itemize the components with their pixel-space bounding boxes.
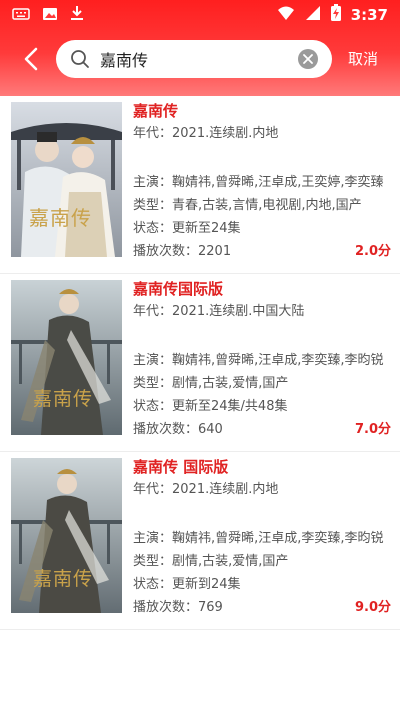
result-plays: 播放次数：769 bbox=[133, 600, 223, 615]
cancel-button[interactable]: 取消 bbox=[348, 48, 378, 69]
result-cast: 主演：鞠婧祎,曾舜晞,汪卓成,李奕臻,李昀锐 bbox=[133, 531, 384, 546]
keyboard-icon bbox=[12, 6, 30, 25]
result-title[interactable]: 嘉南传 bbox=[133, 100, 391, 122]
result-title[interactable]: 嘉南传 国际版 bbox=[133, 456, 391, 478]
result-plays: 播放次数：640 bbox=[133, 422, 223, 437]
poster-title-text: 嘉南传 bbox=[33, 388, 94, 410]
result-status: 状态：更新到24集 bbox=[133, 577, 241, 592]
result-year: 年代：2021.连续剧.中国大陆 bbox=[133, 304, 305, 319]
result-cast: 主演：鞠婧祎,曾舜晞,汪卓成,李奕臻,李昀锐 bbox=[133, 353, 384, 368]
poster-image[interactable]: 嘉南传 bbox=[11, 280, 122, 435]
result-item[interactable]: 嘉南传 嘉南传 国际版 年代：2021.连续剧.内地 主演：鞠婧祎,曾舜晞,汪卓… bbox=[0, 452, 400, 630]
result-title[interactable]: 嘉南传国际版 bbox=[133, 278, 391, 300]
back-button[interactable] bbox=[16, 44, 46, 74]
result-status: 状态：更新至24集/共48集 bbox=[133, 399, 288, 414]
result-score: 9.0分 bbox=[354, 600, 391, 615]
result-cast: 主演：鞠婧祎,曾舜晞,汪卓成,王奕婷,李奕臻 bbox=[133, 175, 384, 190]
poster-title-text: 嘉南传 bbox=[33, 568, 94, 590]
download-icon bbox=[70, 5, 84, 25]
result-year: 年代：2021.连续剧.内地 bbox=[133, 482, 279, 497]
status-time: 3:37 bbox=[350, 5, 388, 24]
search-icon bbox=[70, 49, 90, 73]
wifi-icon bbox=[277, 5, 295, 25]
result-list: 嘉南传 嘉南传 年代：2021.连续剧.内地 主演：鞠婧祎,曾舜晞,汪卓成,王奕… bbox=[0, 96, 400, 630]
poster-image[interactable]: 嘉南传 bbox=[11, 102, 122, 257]
search-box[interactable] bbox=[56, 40, 332, 78]
result-genre: 类型：剧情,古装,爱情,国产 bbox=[133, 376, 289, 391]
result-item[interactable]: 嘉南传 嘉南传 年代：2021.连续剧.内地 主演：鞠婧祎,曾舜晞,汪卓成,王奕… bbox=[0, 96, 400, 274]
image-icon bbox=[42, 6, 58, 25]
search-row: 取消 bbox=[0, 38, 400, 82]
top-header: 3:37 取消 bbox=[0, 0, 400, 96]
chevron-left-icon bbox=[24, 47, 38, 71]
result-year: 年代：2021.连续剧.内地 bbox=[133, 126, 279, 141]
result-plays: 播放次数：2201 bbox=[133, 244, 232, 259]
result-genre: 类型：青春,古装,言情,电视剧,内地,国产 bbox=[133, 198, 362, 213]
battery-charging-icon bbox=[330, 4, 341, 25]
status-bar: 3:37 bbox=[0, 0, 400, 28]
search-input[interactable] bbox=[100, 46, 290, 72]
poster-title-text: 嘉南传 bbox=[29, 206, 92, 230]
signal-icon bbox=[305, 5, 321, 25]
close-icon bbox=[303, 54, 313, 64]
result-score: 2.0分 bbox=[354, 244, 391, 259]
result-genre: 类型：剧情,古装,爱情,国产 bbox=[133, 554, 289, 569]
clear-search-button[interactable] bbox=[298, 49, 318, 69]
result-item[interactable]: 嘉南传 嘉南传国际版 年代：2021.连续剧.中国大陆 主演：鞠婧祎,曾舜晞,汪… bbox=[0, 274, 400, 452]
result-status: 状态：更新至24集 bbox=[133, 221, 241, 236]
result-score: 7.0分 bbox=[354, 422, 391, 437]
poster-image[interactable]: 嘉南传 bbox=[11, 458, 122, 613]
